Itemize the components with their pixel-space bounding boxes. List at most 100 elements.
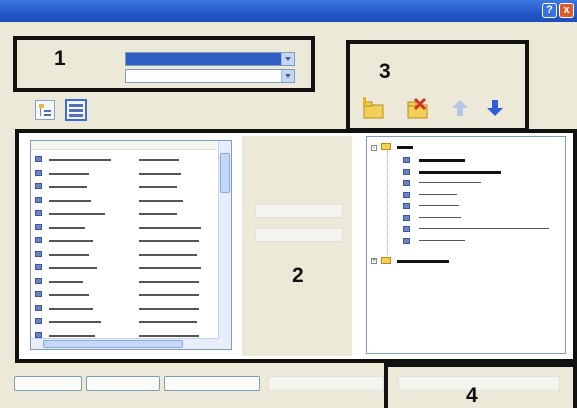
new-folder-button[interactable] xyxy=(362,96,386,120)
item-value-bar xyxy=(139,294,199,296)
item-value-bar xyxy=(139,307,199,310)
item-value-bar xyxy=(139,267,201,269)
list-item[interactable] xyxy=(35,196,215,206)
document-icon xyxy=(35,237,42,243)
item-value-bar xyxy=(139,321,197,323)
tree-expander[interactable]: - xyxy=(371,145,377,151)
list-item[interactable] xyxy=(35,304,215,314)
item-value-bar xyxy=(139,240,199,242)
document-icon xyxy=(35,250,42,257)
bottom-button-2[interactable] xyxy=(86,376,160,391)
tree-view-icon xyxy=(39,104,51,116)
tree-expander[interactable]: + xyxy=(371,258,377,264)
items-list[interactable] xyxy=(30,140,232,350)
title-bar xyxy=(0,0,577,22)
document-icon xyxy=(35,264,42,270)
new-folder-icon xyxy=(363,97,384,119)
item-value-bar xyxy=(139,186,177,188)
document-icon xyxy=(35,169,42,176)
list-item[interactable] xyxy=(35,209,215,219)
middle-panel xyxy=(242,136,352,356)
bottom-button-3[interactable] xyxy=(164,376,260,391)
chevron-down-icon xyxy=(281,70,294,82)
secondary-dropdown[interactable] xyxy=(125,69,295,83)
arrow-up-icon xyxy=(452,100,468,116)
document-icon xyxy=(35,304,42,311)
item-name-bar xyxy=(49,307,93,310)
list-item[interactable] xyxy=(35,223,215,233)
document-icon xyxy=(35,183,42,189)
document-icon xyxy=(403,180,410,186)
tree-node-label[interactable] xyxy=(419,193,457,195)
item-name-bar xyxy=(49,172,89,175)
status-field xyxy=(268,376,384,391)
chevron-down-icon xyxy=(281,53,294,65)
item-value-bar xyxy=(139,172,181,175)
list-item[interactable] xyxy=(35,263,215,273)
folder-icon xyxy=(381,257,391,264)
list-hscrollbar[interactable] xyxy=(31,338,219,349)
bottom-button-1[interactable] xyxy=(14,376,82,391)
tree-node-root-label[interactable] xyxy=(397,146,413,149)
move-up-button[interactable] xyxy=(451,98,469,118)
item-name-bar xyxy=(49,253,89,256)
callout-number-4: 4 xyxy=(466,384,478,407)
help-icon[interactable]: ? xyxy=(542,3,557,18)
folder-tree[interactable]: - + xyxy=(366,136,566,354)
folder-icon xyxy=(381,143,391,150)
tree-node-label[interactable] xyxy=(419,216,461,218)
delete-folder-icon xyxy=(407,97,428,119)
tree-view-button[interactable] xyxy=(35,100,55,120)
list-scrollbar[interactable] xyxy=(218,141,231,349)
item-value-bar xyxy=(139,253,197,256)
list-item[interactable] xyxy=(35,277,215,287)
list-item[interactable] xyxy=(35,236,215,246)
list-item[interactable] xyxy=(35,169,215,179)
list-item[interactable] xyxy=(35,182,215,192)
delete-folder-button[interactable] xyxy=(405,96,431,120)
arrow-down-icon xyxy=(487,100,503,116)
callout-number-2: 2 xyxy=(292,264,304,287)
list-item[interactable] xyxy=(35,290,215,300)
document-icon xyxy=(35,223,42,230)
list-item[interactable] xyxy=(35,155,215,165)
item-name-bar xyxy=(49,334,95,337)
item-name-bar xyxy=(49,240,93,242)
document-icon xyxy=(403,214,410,221)
list-item[interactable] xyxy=(35,250,215,260)
tree-node-label[interactable] xyxy=(419,239,465,241)
tree-node-label[interactable] xyxy=(419,205,459,206)
scrollbar-thumb[interactable] xyxy=(220,153,230,193)
document-icon xyxy=(403,203,410,209)
item-name-bar xyxy=(49,226,85,229)
tree-node-label[interactable] xyxy=(419,170,501,174)
middle-field-1[interactable] xyxy=(255,204,343,218)
item-value-bar xyxy=(139,199,183,202)
region-4-field xyxy=(398,376,560,391)
tree-connector xyxy=(387,151,388,255)
document-icon xyxy=(403,226,410,232)
list-view-button[interactable] xyxy=(65,99,87,121)
item-value-bar xyxy=(139,280,199,283)
tree-node-label[interactable] xyxy=(419,182,481,183)
item-value-bar xyxy=(139,213,177,215)
move-down-button[interactable] xyxy=(486,98,504,118)
document-icon xyxy=(35,291,42,297)
primary-dropdown[interactable] xyxy=(125,52,295,66)
close-icon[interactable]: x xyxy=(559,3,574,18)
tree-node-label[interactable] xyxy=(419,159,465,162)
middle-field-2[interactable] xyxy=(255,228,343,242)
item-value-bar xyxy=(139,159,179,161)
list-header[interactable] xyxy=(31,141,217,150)
tree-node-folder-label[interactable] xyxy=(397,260,449,263)
hscrollbar-thumb[interactable] xyxy=(43,340,183,348)
item-name-bar xyxy=(49,294,89,296)
document-icon xyxy=(35,196,42,203)
document-icon xyxy=(35,156,42,162)
document-icon xyxy=(403,237,410,244)
tree-node-label[interactable] xyxy=(419,228,549,229)
list-view-icon xyxy=(69,104,83,117)
document-icon xyxy=(403,157,410,163)
item-name-bar xyxy=(49,267,97,269)
list-item[interactable] xyxy=(35,317,215,327)
